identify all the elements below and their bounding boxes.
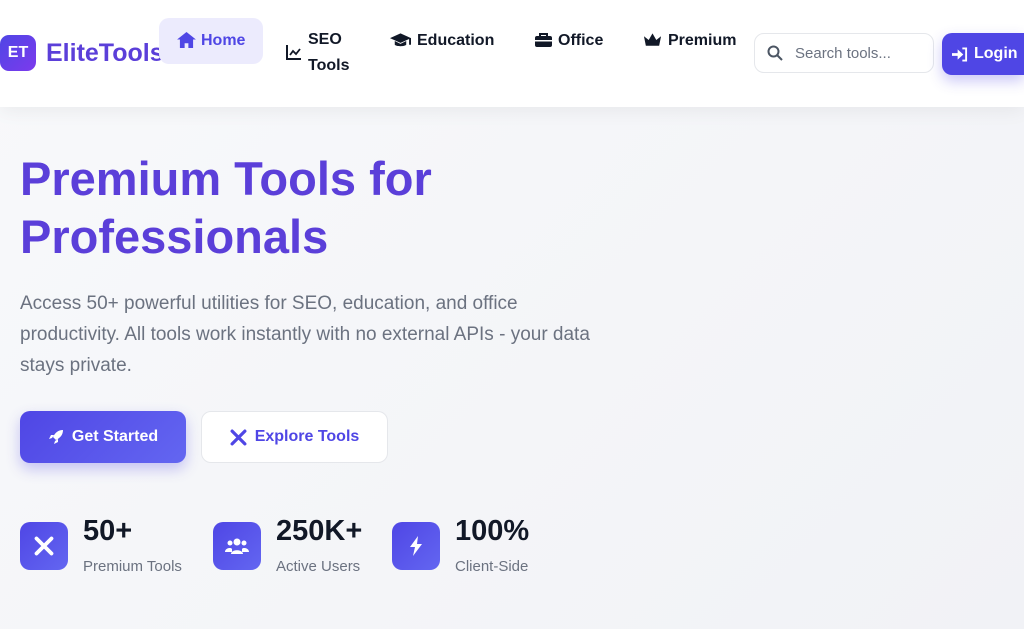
stat-label: Active Users — [276, 558, 361, 575]
nav-label: Office — [558, 32, 604, 49]
stat-users: 250K+ Active Users — [213, 514, 362, 575]
nav-label: Premium — [668, 32, 737, 49]
stat-label: Premium Tools — [83, 558, 182, 575]
explore-tools-label: Explore Tools — [254, 428, 360, 445]
logo[interactable]: ET EliteTools — [0, 35, 164, 71]
explore-tools-button[interactable]: Explore Tools — [201, 411, 388, 463]
home-icon — [177, 32, 196, 48]
nav-seo-tools[interactable]: SEO Tools — [286, 27, 349, 79]
get-started-label: Get Started — [71, 428, 159, 445]
login-button[interactable]: Login — [942, 33, 1024, 75]
logo-badge: ET — [0, 35, 36, 71]
login-label: Login — [974, 45, 1018, 62]
graduation-cap-icon — [390, 33, 411, 47]
get-started-button[interactable]: Get Started — [20, 411, 186, 463]
stat-value: 50+ — [83, 515, 133, 547]
users-icon — [213, 522, 261, 570]
search-input[interactable]: Search tools... — [754, 33, 934, 73]
nav-education[interactable]: Education — [390, 32, 494, 50]
header: ET EliteTools Home SEO Tools Education Of… — [0, 0, 1024, 107]
nav-office[interactable]: Office — [535, 32, 603, 50]
tools-icon — [230, 429, 247, 445]
hero-description: Access 50+ powerful utilities for SEO, e… — [20, 293, 590, 376]
nav-label: Education — [417, 32, 495, 49]
nav-home[interactable]: Home — [159, 18, 263, 64]
nav-premium[interactable]: Premium — [643, 32, 736, 50]
search-placeholder: Search tools... — [795, 44, 891, 62]
nav-label: SEO — [308, 31, 342, 48]
logo-text: EliteTools — [46, 38, 164, 67]
search-icon — [767, 45, 783, 61]
hero-title: Premium Tools for Professionals — [20, 152, 432, 263]
nav-label: Home — [201, 32, 246, 49]
rocket-icon — [48, 430, 63, 444]
stat-value: 100% — [455, 515, 530, 547]
stat-label: Client-Side — [455, 558, 529, 575]
stat-client-side: 100% Client-Side — [392, 514, 529, 575]
tools-icon — [20, 522, 68, 570]
sign-in-icon — [952, 46, 968, 62]
stat-tools: 50+ Premium Tools — [20, 514, 182, 575]
chart-line-icon — [286, 45, 301, 60]
bolt-icon — [392, 522, 440, 570]
crown-icon — [643, 33, 662, 46]
stat-value: 250K+ — [276, 515, 363, 547]
briefcase-icon — [535, 33, 552, 47]
nav-label: Tools — [308, 57, 350, 74]
